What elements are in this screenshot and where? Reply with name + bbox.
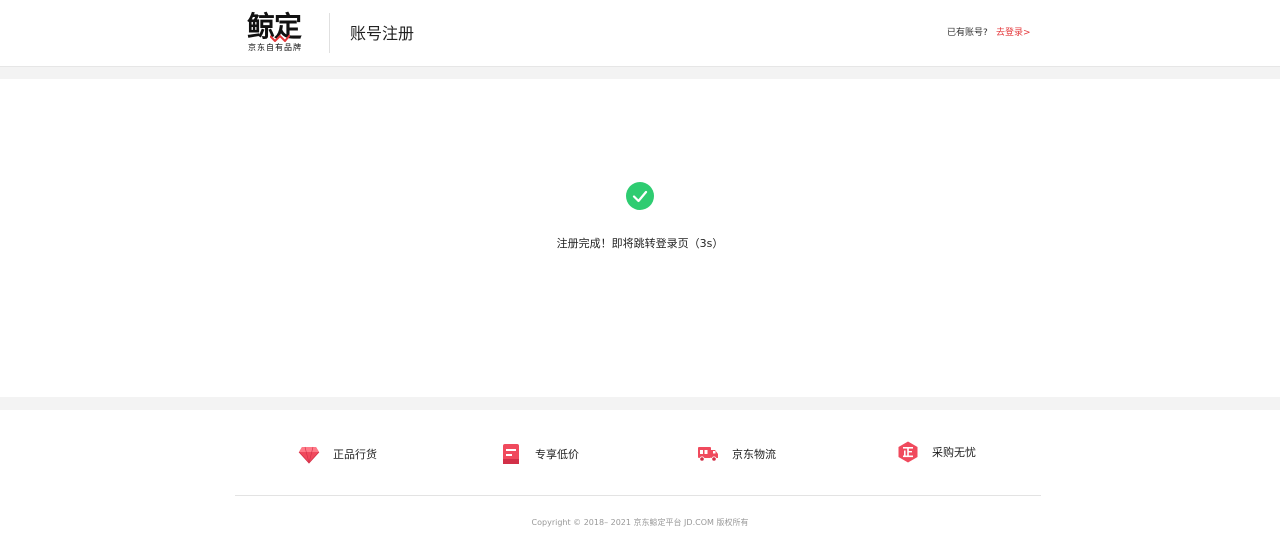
diamond-icon: [298, 446, 320, 464]
feature-label: 京东物流: [732, 448, 776, 461]
footer-divider: [235, 495, 1041, 496]
copyright-text: Copyright © 2018– 2021 京东鲸定平台 JD.COM 版权所…: [531, 518, 749, 527]
features-bar: [0, 410, 1280, 496]
delivery-truck-icon: [698, 447, 718, 462]
logo-check-mark-icon: [270, 34, 290, 42]
feature-label: 正品行货: [333, 448, 377, 461]
bottom-band: [0, 397, 1280, 410]
check-circle-icon: [626, 182, 654, 210]
header-divider: [329, 13, 330, 53]
top-band: [0, 67, 1280, 79]
has-account-text: 已有账号?: [947, 28, 988, 38]
logo[interactable]: 鲸定 京东自有品牌: [247, 12, 311, 56]
success-message: 注册完成！即将跳转登录页（3s）: [556, 237, 724, 250]
price-tag-icon: [503, 444, 519, 464]
go-login-link[interactable]: 去登录>: [996, 27, 1031, 39]
feature-label: 专享低价: [535, 448, 579, 461]
page-title: 账号注册: [350, 24, 415, 43]
genuine-badge-icon: [898, 441, 918, 463]
logo-subtitle: 京东自有品牌: [248, 43, 302, 52]
feature-label: 采购无忧: [932, 446, 976, 459]
header: 鲸定 京东自有品牌 账号注册 已有账号? 去登录>: [0, 0, 1280, 67]
